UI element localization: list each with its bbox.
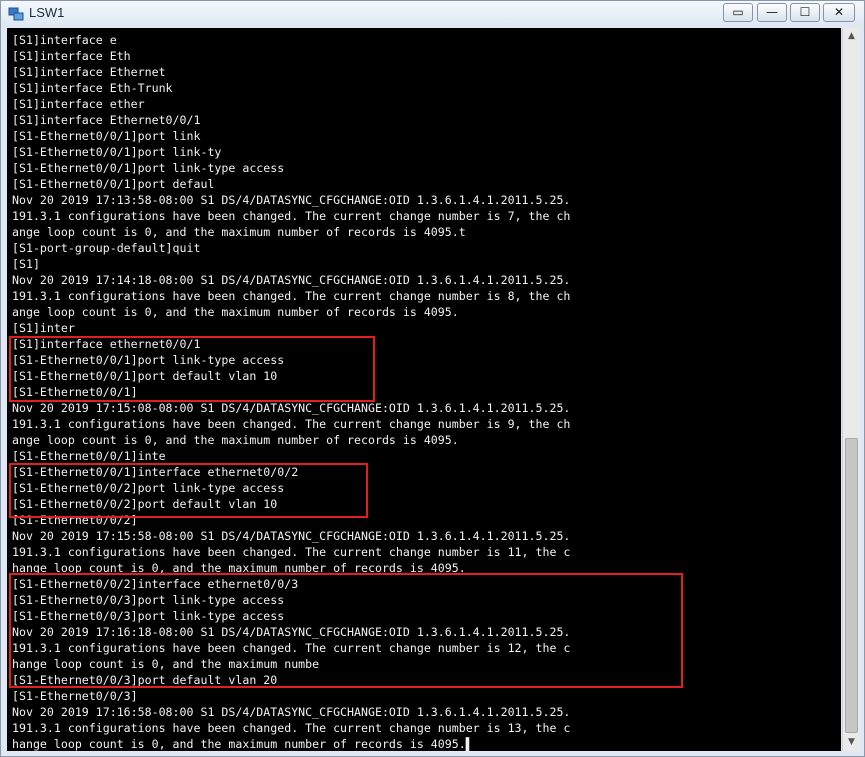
terminal-line: [S1]interface Ethernet — [12, 65, 166, 79]
terminal-line: 191.3.1 configurations have been changed… — [12, 721, 571, 735]
switch-app-icon — [8, 7, 24, 21]
title-bar[interactable]: LSW1 ▭ — ☐ ✕ — [1, 1, 864, 27]
highlight-box-port-2 — [9, 463, 368, 518]
highlight-box-port-3 — [9, 573, 683, 688]
terminal-line: Nov 20 2019 17:15:58-08:00 S1 DS/4/DATAS… — [12, 529, 571, 543]
terminal-line: [S1-Ethernet0/0/1]port link-type access — [12, 161, 285, 175]
terminal-line: [S1]interface e — [12, 33, 117, 47]
terminal-line: 191.3.1 configurations have been changed… — [12, 209, 571, 223]
scroll-down-arrow-icon[interactable]: ▼ — [843, 734, 860, 751]
terminal-line: [S1-Ethernet0/0/3] — [12, 689, 138, 703]
terminal-line: [S1]interface Eth — [12, 49, 131, 63]
terminal-line: 191.3.1 configurations have been changed… — [12, 417, 571, 431]
terminal-line: Nov 20 2019 17:13:58-08:00 S1 DS/4/DATAS… — [12, 193, 571, 207]
window-title: LSW1 — [29, 5, 65, 20]
terminal-line: [S1]inter — [12, 321, 75, 335]
terminal-line: ange loop count is 0, and the maximum nu… — [12, 225, 466, 239]
terminal-line: Nov 20 2019 17:15:08-08:00 S1 DS/4/DATAS… — [12, 401, 571, 415]
close-button[interactable]: ✕ — [823, 3, 855, 22]
terminal-line: Nov 20 2019 17:16:58-08:00 S1 DS/4/DATAS… — [12, 705, 571, 719]
terminal-line: [S1]interface Ethernet0/0/1 — [12, 113, 201, 127]
terminal-console[interactable]: [S1]interface e [S1]interface Eth [S1]inte… — [7, 28, 841, 751]
text-cursor: ▌ — [465, 737, 473, 751]
vertical-scrollbar[interactable]: ▲ ▼ — [842, 28, 860, 751]
terminal-line: [S1-Ethernet0/0/1]inte — [12, 449, 166, 463]
app-window: LSW1 ▭ — ☐ ✕ [S1]interface e [S1]interfac… — [0, 0, 865, 757]
terminal-line: [S1]interface ether — [12, 97, 145, 111]
terminal-line: Nov 20 2019 17:14:18-08:00 S1 DS/4/DATAS… — [12, 273, 571, 287]
scroll-up-arrow-icon[interactable]: ▲ — [843, 28, 860, 45]
terminal-line: 191.3.1 configurations have been changed… — [12, 545, 571, 559]
restore-icon-button[interactable]: ▭ — [723, 3, 753, 22]
terminal-line: ange loop count is 0, and the maximum nu… — [12, 433, 459, 447]
minimize-button[interactable]: — — [757, 3, 787, 22]
terminal-line: 191.3.1 configurations have been changed… — [12, 289, 571, 303]
terminal-line: hange loop count is 0, and the maximum n… — [12, 737, 473, 751]
terminal-line: ange loop count is 0, and the maximum nu… — [12, 305, 459, 319]
scroll-thumb[interactable] — [845, 438, 858, 733]
highlight-box-port-1 — [9, 336, 375, 402]
terminal-line: [S1]interface Eth-Trunk — [12, 81, 173, 95]
terminal-line: [S1] — [12, 257, 40, 271]
terminal-line: [S1-port-group-default]quit — [12, 241, 201, 255]
terminal-line: [S1-Ethernet0/0/1]port defaul — [12, 177, 215, 191]
terminal-line: [S1-Ethernet0/0/1]port link-ty — [12, 145, 222, 159]
terminal-line: [S1-Ethernet0/0/1]port link — [12, 129, 201, 143]
maximize-button[interactable]: ☐ — [790, 3, 820, 22]
